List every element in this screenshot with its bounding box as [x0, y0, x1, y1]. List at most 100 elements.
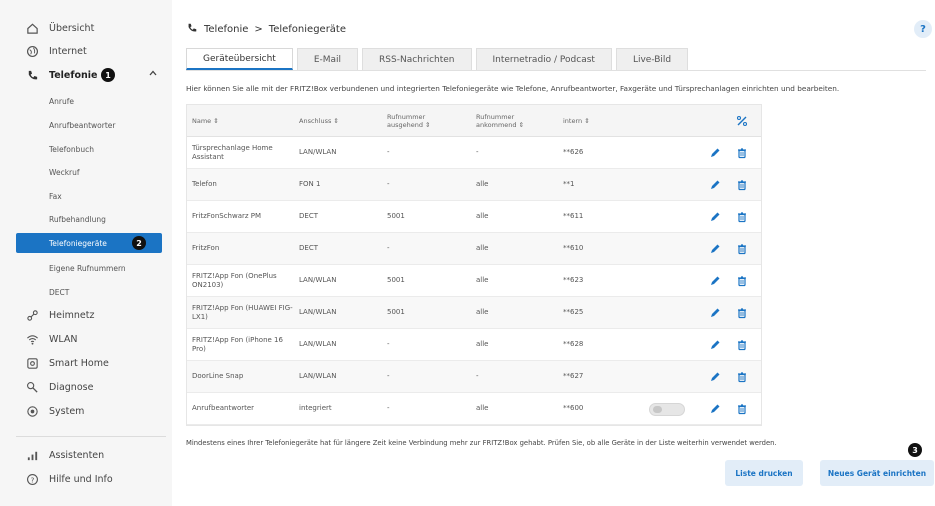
- cell-rufnummer-ankommend: alle: [476, 308, 489, 317]
- cell-rufnummer-ankommend: alle: [476, 180, 489, 189]
- cell-anschluss: integriert: [299, 404, 332, 413]
- sub-telefonbuch[interactable]: Telefonbuch: [16, 139, 162, 159]
- nav-diagnose[interactable]: Diagnose: [0, 376, 172, 398]
- cell-anschluss: LAN/WLAN: [299, 308, 337, 317]
- delete-icon[interactable]: [733, 400, 751, 418]
- cell-anschluss: DECT: [299, 244, 318, 253]
- edit-icon[interactable]: [706, 400, 724, 418]
- tab-live-bild[interactable]: Live-Bild: [615, 48, 689, 70]
- delete-icon[interactable]: [733, 144, 751, 162]
- tab-geraeteuebersicht[interactable]: Geräteübersicht: [186, 48, 293, 70]
- cell-rufnummer-ausgehend: -: [387, 148, 390, 157]
- sub-weckruf[interactable]: Weckruf: [16, 162, 162, 182]
- delete-icon[interactable]: [733, 368, 751, 386]
- delete-icon[interactable]: [733, 240, 751, 258]
- nav-label: Telefonie: [49, 69, 98, 81]
- cell-name: DoorLine Snap: [192, 372, 244, 381]
- nav-telefonie[interactable]: Telefonie 1: [0, 64, 172, 86]
- cell-intern: **1: [563, 180, 575, 189]
- sub-anrufbeantworter[interactable]: Anrufbeantworter: [16, 115, 162, 135]
- edit-icon[interactable]: [706, 368, 724, 386]
- table-row: Telefon FON 1 - alle **1: [187, 169, 761, 201]
- sub-dect[interactable]: DECT: [16, 282, 162, 302]
- col-intern-header[interactable]: intern ⇕: [563, 105, 633, 137]
- sub-fax[interactable]: Fax: [16, 186, 162, 206]
- chevron-up-icon[interactable]: [148, 68, 158, 81]
- edit-icon[interactable]: [706, 240, 724, 258]
- cell-rufnummer-ankommend: alle: [476, 404, 489, 413]
- smart-home-icon: [25, 356, 39, 370]
- cell-rufnummer-ausgehend: 5001: [387, 276, 405, 285]
- delete-icon[interactable]: [733, 336, 751, 354]
- col-in-header[interactable]: Rufnummer ankommend ⇕: [476, 105, 536, 137]
- toggle-switch[interactable]: [649, 403, 685, 416]
- wifi-icon: [25, 332, 39, 346]
- breadcrumb-section[interactable]: Telefonie: [204, 24, 248, 35]
- tab-email[interactable]: E-Mail: [296, 48, 359, 70]
- nav-system[interactable]: System: [0, 400, 172, 422]
- table-row: DoorLine Snap LAN/WLAN - - **627: [187, 361, 761, 393]
- edit-icon[interactable]: [706, 336, 724, 354]
- tab-rss[interactable]: RSS-Nachrichten: [362, 48, 472, 70]
- cell-rufnummer-ausgehend: -: [387, 340, 390, 349]
- callout-badge: 1: [101, 68, 115, 82]
- nav-heimnetz[interactable]: Heimnetz: [0, 304, 172, 326]
- intro-text: Hier können Sie alle mit der FRITZ!Box v…: [186, 84, 840, 93]
- nav-hilfe-info[interactable]: ? Hilfe und Info: [0, 468, 172, 490]
- col-name-header[interactable]: Name ⇕: [192, 105, 297, 137]
- home-icon: [25, 21, 39, 35]
- cell-name: FRITZ!App Fon (OnePlus ON2103): [192, 271, 277, 289]
- sub-label: Telefoniegeräte: [49, 238, 107, 248]
- column-settings-icon[interactable]: [733, 112, 751, 130]
- svg-text:?: ?: [30, 475, 34, 484]
- system-icon: [25, 404, 39, 418]
- tab-internetradio[interactable]: Internetradio / Podcast: [475, 48, 612, 70]
- table-row: FritzFonSchwarz PM DECT 5001 alle **611: [187, 201, 761, 233]
- col-out-header[interactable]: Rufnummer ausgehend ⇕: [387, 105, 447, 137]
- nav-label: WLAN: [49, 333, 78, 345]
- nav-uebersicht[interactable]: Übersicht: [0, 17, 172, 39]
- cell-rufnummer-ausgehend: 5001: [387, 308, 405, 317]
- sub-rufbehandlung[interactable]: Rufbehandlung: [16, 209, 162, 229]
- sub-eigene-rufnummern[interactable]: Eigene Rufnummern: [16, 258, 162, 278]
- edit-icon[interactable]: [706, 144, 724, 162]
- cell-name: Anrufbeantworter: [192, 404, 255, 413]
- sub-label: Telefonbuch: [49, 144, 94, 154]
- cell-name: Türsprechanlage Home Assistant: [192, 143, 273, 161]
- new-device-button[interactable]: Neues Gerät einrichten: [820, 460, 934, 486]
- nav-label: Assistenten: [49, 449, 105, 461]
- nav-internet[interactable]: Internet: [0, 40, 172, 62]
- table-body: Türsprechanlage Home Assistant LAN/WLAN - -…: [187, 137, 761, 425]
- cell-rufnummer-ankommend: alle: [476, 244, 489, 253]
- edit-icon[interactable]: [706, 304, 724, 322]
- print-list-button[interactable]: Liste drucken: [725, 460, 803, 486]
- cell-rufnummer-ankommend: -: [476, 148, 479, 157]
- edit-icon[interactable]: [706, 208, 724, 226]
- help-button[interactable]: ?: [914, 20, 932, 38]
- cell-rufnummer-ausgehend: -: [387, 372, 390, 381]
- sub-label: DECT: [49, 287, 70, 297]
- delete-icon[interactable]: [733, 208, 751, 226]
- delete-icon[interactable]: [733, 304, 751, 322]
- cell-intern: **627: [563, 372, 584, 381]
- nav-smart-home[interactable]: Smart Home: [0, 352, 172, 374]
- table-row: FRITZ!App Fon (OnePlus ON2103) LAN/WLAN 50…: [187, 265, 761, 297]
- edit-icon[interactable]: [706, 176, 724, 194]
- sub-label: Fax: [49, 191, 62, 201]
- inactive-devices-note: Mindestens eines Ihrer Telefoniegeräte h…: [186, 439, 777, 447]
- cell-intern: **628: [563, 340, 584, 349]
- delete-icon[interactable]: [733, 176, 751, 194]
- sidebar: Übersicht Internet Telefonie 1 Anrufe An…: [0, 0, 172, 506]
- breadcrumb: Telefonie > Telefoniegeräte: [186, 22, 346, 37]
- col-anschluss-header[interactable]: Anschluss ⇕: [299, 105, 379, 137]
- nav-wlan[interactable]: WLAN: [0, 328, 172, 350]
- delete-icon[interactable]: [733, 272, 751, 290]
- edit-icon[interactable]: [706, 272, 724, 290]
- nav-assistenten[interactable]: Assistenten: [0, 444, 172, 466]
- cell-name: FRITZ!App Fon (HUAWEI FIG-LX1): [192, 303, 293, 321]
- cell-anschluss: LAN/WLAN: [299, 148, 337, 157]
- table-row: Türsprechanlage Home Assistant LAN/WLAN - -…: [187, 137, 761, 169]
- sub-telefoniegeraete[interactable]: Telefoniegeräte 2: [16, 233, 162, 253]
- sub-anrufe[interactable]: Anrufe: [16, 91, 162, 111]
- cell-intern: **610: [563, 244, 584, 253]
